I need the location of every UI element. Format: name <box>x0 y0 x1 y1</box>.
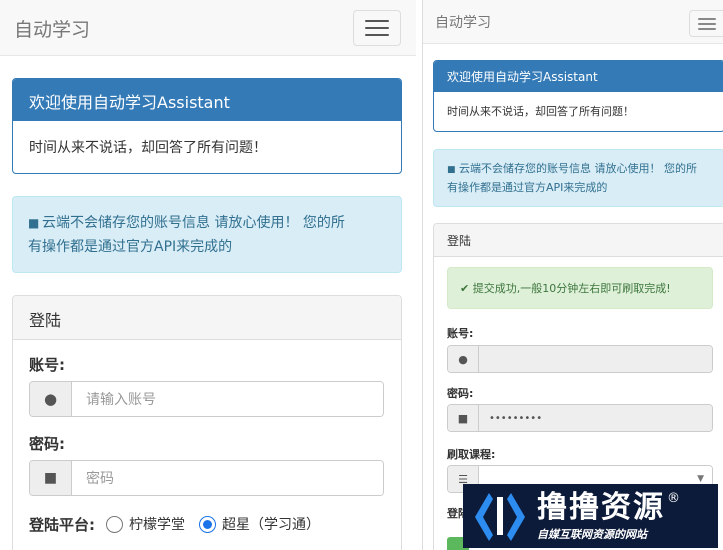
account-input[interactable]: 请输入账号 <box>72 382 383 416</box>
platform-option-lemon[interactable]: 柠檬学堂 <box>106 514 185 534</box>
logo-mark-icon <box>475 493 525 541</box>
welcome-body: 时间从来不说话，却回答了所有问题！ <box>29 140 267 156</box>
welcome-title: 欢迎使用自动学习Assistant <box>434 61 723 92</box>
right-screenshot: 自动学习 欢迎使用自动学习Assistant 时间从来不说话，却回答了所有问题！… <box>422 0 723 550</box>
radio-checked-icon[interactable] <box>199 515 216 533</box>
platform-radio-group: 柠檬学堂 超星（学习通） <box>106 514 320 534</box>
success-message: 提交成功,一般10分钟左右即可刷取完成! <box>472 282 671 295</box>
left-screenshot: 自动学习 欢迎使用自动学习Assistant 时间从来不说话，却回答了所有问题！… <box>0 0 416 550</box>
account-label: 账号: <box>447 327 474 340</box>
login-title: 登陆 <box>13 296 401 340</box>
account-input[interactable] <box>479 346 712 372</box>
hamburger-icon <box>365 20 389 22</box>
user-icon: ● <box>448 346 479 372</box>
account-input-group: ● <box>447 345 713 373</box>
notice-line-1: 云端不会储存您的账号信息 请放心使用！ 您的所 <box>459 162 697 175</box>
menu-toggle-button[interactable] <box>353 10 401 46</box>
notice-alert: ■ 云端不会储存您的账号信息 请放心使用！ 您的所 有操作都是通过官方API来完成… <box>433 149 723 207</box>
logo-subtitle: 自媒互联网资源的网站 <box>537 527 647 541</box>
login-panel: 登陆 <box>12 295 402 550</box>
hamburger-icon <box>698 23 716 25</box>
platform-option-label: 超星（学习通） <box>222 517 320 533</box>
chevron-down-icon: ▼ <box>697 474 704 484</box>
navbar-brand[interactable]: 自动学习 <box>435 12 491 32</box>
login-title: 登陆 <box>434 224 723 257</box>
password-input[interactable]: ••••••••• <box>479 405 712 431</box>
hamburger-icon <box>698 18 716 20</box>
notice-line-1: 云端不会储存您的账号信息 请放心使用！ 您的所 <box>42 215 345 231</box>
navbar: 自动学习 <box>423 0 723 44</box>
user-icon: ● <box>30 382 72 416</box>
radio-unchecked-icon[interactable] <box>106 515 123 533</box>
platform-option-chaoxing[interactable]: 超星（学习通） <box>199 514 320 534</box>
megaphone-icon: ■ <box>447 165 456 175</box>
logo-text: 撸撸资源 <box>537 489 665 525</box>
password-label: 密码: <box>29 435 65 453</box>
lock-icon: ■ <box>448 405 479 431</box>
hamburger-icon <box>365 27 389 29</box>
welcome-panel: 欢迎使用自动学习Assistant 时间从来不说话，却回答了所有问题！ <box>433 60 723 132</box>
lock-icon: ■ <box>30 461 72 495</box>
platform-option-label: 柠檬学堂 <box>129 517 185 533</box>
menu-toggle-button[interactable] <box>689 10 723 37</box>
password-input-group: ■ 密码 <box>29 460 384 496</box>
platform-label: 登陆平台: <box>29 516 95 534</box>
navbar-brand[interactable]: 自动学习 <box>14 15 90 42</box>
megaphone-icon: ■ <box>28 216 40 230</box>
password-input-group: ■ ••••••••• <box>447 404 713 432</box>
password-input[interactable]: 密码 <box>72 461 383 495</box>
check-icon: ✔ <box>460 282 470 295</box>
account-input-group: ● 请输入账号 <box>29 381 384 417</box>
success-alert: ✔ 提交成功,一般10分钟左右即可刷取完成! <box>447 267 713 309</box>
welcome-body: 时间从来不说话，却回答了所有问题！ <box>447 105 634 118</box>
hamburger-icon <box>698 28 716 30</box>
welcome-title: 欢迎使用自动学习Assistant <box>13 79 401 121</box>
hamburger-icon <box>365 34 389 36</box>
password-label: 密码: <box>447 387 474 400</box>
notice-line-2: 有操作都是通过官方API来完成的 <box>447 181 608 194</box>
registered-mark: ® <box>667 490 680 506</box>
notice-line-2: 有操作都是通过官方API来完成的 <box>28 239 233 255</box>
notice-alert: ■ 云端不会储存您的账号信息 请放心使用！ 您的所 有操作都是通过官方API来完成… <box>12 196 402 273</box>
watermark-logo: 撸撸资源 ® 自媒互联网资源的网站 <box>463 484 718 548</box>
course-label: 刷取课程: <box>447 448 496 461</box>
navbar: 自动学习 <box>0 0 416 56</box>
welcome-panel: 欢迎使用自动学习Assistant 时间从来不说话，却回答了所有问题！ <box>12 78 402 174</box>
account-label: 账号: <box>29 356 65 374</box>
